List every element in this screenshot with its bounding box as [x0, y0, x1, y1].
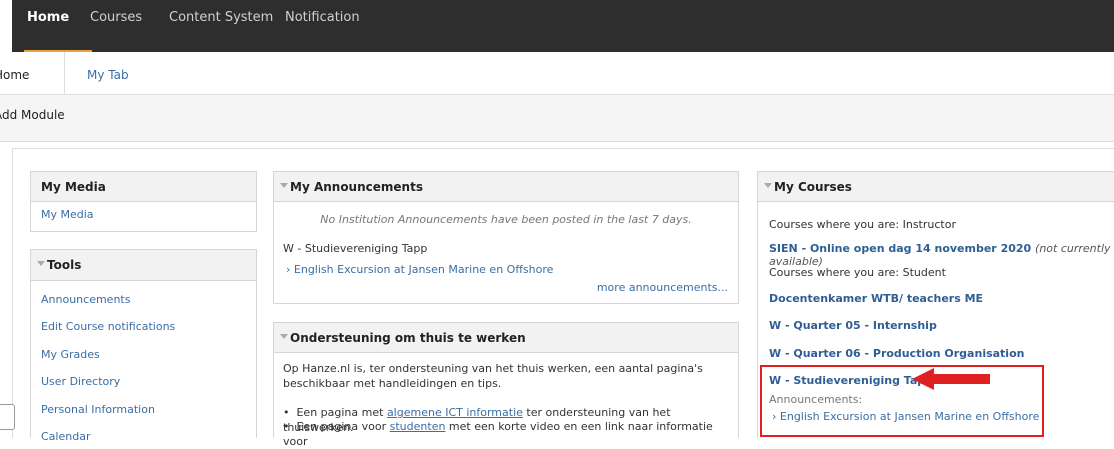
tool-edit-course-notifications[interactable]: Edit Course notifications [41, 320, 175, 333]
collapse-icon[interactable] [280, 183, 288, 188]
announcement-group: W - Studievereniging Tapp [283, 242, 428, 255]
announcements-module: My Announcements No Institution Announce… [273, 171, 739, 304]
add-module-bar: Add Module [0, 95, 1114, 142]
support-bullet-2: • Een pagina voor studenten met een kort… [283, 420, 713, 448]
highlight-box [760, 365, 1044, 437]
announcement-item[interactable]: › English Excursion at Jansen Marine en … [286, 263, 553, 276]
module-title: Ondersteuning om thuis te werken [290, 331, 526, 345]
tool-personal-information[interactable]: Personal Information [41, 403, 155, 416]
add-module-button[interactable]: Add Module [0, 108, 65, 122]
course-quarter-06[interactable]: W - Quarter 06 - Production Organisation [769, 347, 1024, 360]
collapse-icon[interactable] [764, 183, 772, 188]
tab-home[interactable]: Home [0, 68, 39, 82]
module-title: Tools [47, 258, 82, 272]
tab-my-tab[interactable]: My Tab [87, 68, 129, 82]
support-intro: Op Hanze.nl is, ter ondersteuning van he… [283, 362, 703, 390]
tab-divider [64, 52, 65, 94]
announcements-header: My Announcements [274, 172, 738, 202]
students-link[interactable]: studenten [390, 420, 446, 433]
support-module: Ondersteuning om thuis te werken Op Hanz… [273, 322, 739, 448]
tool-announcements[interactable]: Announcements [41, 293, 130, 306]
course-sien-open-dag[interactable]: SIEN - Online open dag 14 november 2020 … [769, 242, 1114, 268]
module-title: My Announcements [290, 180, 423, 194]
instructor-label: Courses where you are: Instructor [769, 218, 956, 231]
nav-courses[interactable]: Courses [90, 10, 142, 25]
my-media-header: My Media [31, 172, 256, 202]
nav-content-system[interactable]: Content System [169, 10, 273, 25]
student-label: Courses where you are: Student [769, 266, 946, 279]
module-title: My Courses [774, 180, 852, 194]
module-title: My Media [41, 180, 106, 194]
red-arrow-icon [912, 368, 990, 390]
collapse-icon[interactable] [37, 261, 45, 266]
tab-bar: Home My Tab [0, 52, 1114, 95]
collapse-icon[interactable] [280, 334, 288, 339]
tool-my-grades[interactable]: My Grades [41, 348, 100, 361]
my-courses-header: My Courses [758, 172, 1114, 202]
top-navigation-bar: Home Courses Content System Notification [12, 0, 1114, 52]
support-header: Ondersteuning om thuis te werken [274, 323, 738, 353]
course-quarter-05[interactable]: W - Quarter 05 - Internship [769, 319, 937, 332]
ict-info-link[interactable]: algemene ICT informatie [387, 406, 523, 419]
tool-user-directory[interactable]: User Directory [41, 375, 120, 388]
tools-module: Tools Announcements Edit Course notifica… [30, 249, 257, 443]
course-docentenkamer[interactable]: Docentenkamer WTB/ teachers ME [769, 292, 983, 305]
more-announcements-link[interactable]: more announcements... [597, 281, 728, 294]
nav-notification[interactable]: Notification [285, 10, 360, 25]
my-media-module: My Media My Media [30, 171, 257, 232]
side-panel-handle[interactable] [0, 404, 15, 430]
my-media-link[interactable]: My Media [41, 208, 94, 221]
no-announcements-message: No Institution Announcements have been p… [320, 213, 692, 226]
nav-home[interactable]: Home [27, 10, 69, 25]
announcement-item-label: English Excursion at Jansen Marine en Of… [293, 263, 554, 276]
tools-header: Tools [31, 250, 256, 281]
